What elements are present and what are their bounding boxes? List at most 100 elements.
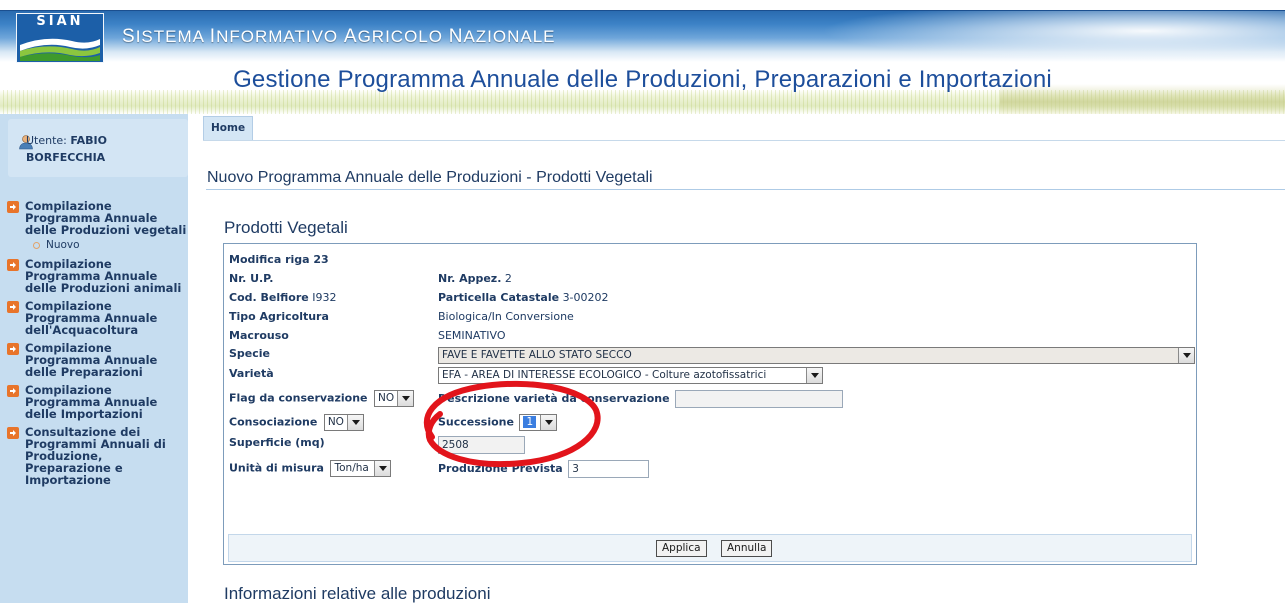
unita-misura-select[interactable]: Ton/ha (330, 460, 392, 477)
successione-value: 1 (523, 416, 537, 428)
successione-select[interactable]: 1 (519, 414, 558, 431)
form-row-tipo-agricoltura: Tipo Agricoltura Biologica/In Conversion… (229, 310, 574, 328)
consociazione-value: NO (327, 416, 344, 428)
tab-home[interactable]: Home (203, 116, 254, 140)
varieta-select-value: EFA - AREA DI INTERESSE ECOLOGICO - Colt… (442, 369, 767, 381)
app-header: SIAN SISTEMA INFORMATIVO AGRICOLO NAZION… (0, 0, 1285, 114)
consociazione-label: Consociazione (229, 415, 318, 429)
sidebar-item-label: Compilazione Programma Annuale delle Pro… (25, 199, 187, 237)
flag-conservazione-value: NO (378, 392, 395, 404)
app-title: Gestione Programma Annuale delle Produzi… (233, 66, 1052, 93)
bullet-icon (33, 242, 40, 249)
sidebar-item-label: Compilazione Programma Annuale dell'Acqu… (25, 299, 158, 337)
varieta-select-wrap: EFA - AREA DI INTERESSE ECOLOGICO - Colt… (438, 367, 823, 384)
system-title: SISTEMA INFORMATIVO AGRICOLO NAZIONALE (122, 26, 556, 47)
form-row-belfiore: Cod. Belfiore I932 Particella Catastale … (229, 291, 609, 309)
header-glow (820, 11, 1285, 61)
superficie-label: Superficie (mq) (229, 436, 325, 449)
nr-appez-label: Nr. Appez. (438, 272, 502, 285)
cod-belfiore-value: I932 (312, 291, 337, 304)
sidebar-item-label: Compilazione Programma Annuale delle Imp… (25, 383, 158, 421)
specie-select[interactable]: FAVE E FAVETTE ALLO STATO SECCO (438, 347, 1195, 364)
particella-group: Particella Catastale 3-00202 (438, 291, 609, 304)
form-row-macrouso: Macrouso SEMINATIVO (229, 329, 506, 347)
flag-conservazione-select[interactable]: NO (374, 390, 414, 407)
arrow-right-icon (7, 427, 19, 439)
tipo-agricoltura-value: Biologica/In Conversione (438, 310, 574, 323)
sidebar-item-consultazione[interactable]: Consultazione dei Programmi Annuali di P… (7, 426, 187, 486)
macrouso-label: Macrouso (229, 329, 289, 342)
tipo-agricoltura-label: Tipo Agricoltura (229, 310, 329, 323)
section-title: Prodotti Vegetali (224, 218, 348, 237)
macrouso-value: SEMINATIVO (438, 329, 506, 342)
modifica-riga-label: Modifica riga 23 (229, 253, 329, 266)
applica-button[interactable]: Applica (656, 540, 707, 557)
form-row-consociazione: Consociazione NO Successione 1 (229, 414, 558, 432)
chevron-down-icon (397, 391, 413, 406)
arrow-right-icon (7, 385, 19, 397)
form-row-nr: Nr. U.P. Nr. Appez. 2 (229, 272, 512, 290)
sidebar-subitem-nuovo[interactable]: Nuovo (7, 239, 187, 252)
specie-label: Specie (229, 347, 271, 360)
sidebar-item-label: Compilazione Programma Annuale delle Pre… (25, 341, 158, 379)
form-row-specie: Specie FAVE E FAVETTE ALLO STATO SECCO (229, 347, 1195, 365)
consociazione-select[interactable]: NO (323, 414, 364, 431)
successione-label: Successione (438, 415, 514, 429)
sian-logo[interactable]: SIAN (16, 13, 104, 63)
sidebar-item-preparazioni[interactable]: Compilazione Programma Annuale delle Pre… (7, 342, 187, 378)
produzione-prevista-input[interactable]: 3 (568, 460, 650, 478)
chevron-down-icon (346, 415, 363, 430)
form-row-unita: Unità di misura Ton/ha Produzione Previs… (229, 460, 650, 478)
form-row-modifica: Modifica riga 23 (229, 253, 329, 271)
sidebar-item-label: Consultazione dei Programmi Annuali di P… (25, 425, 166, 487)
sidebar-item-label: Compilazione Programma Annuale delle Pro… (25, 257, 182, 295)
specie-select-wrap: FAVE E FAVETTE ALLO STATO SECCO (438, 347, 1195, 364)
varieta-select[interactable]: EFA - AREA DI INTERESSE ECOLOGICO - Colt… (438, 367, 823, 384)
superficie-group: 2508 (438, 436, 525, 454)
form-panel: Modifica riga 23 Nr. U.P. Nr. Appez. 2 C… (223, 243, 1197, 565)
sidebar-menu: Compilazione Programma Annuale delle Pro… (7, 200, 187, 492)
user-name-last: BORFECCHIA (26, 151, 106, 164)
sidebar-item-acquacoltura[interactable]: Compilazione Programma Annuale dell'Acqu… (7, 300, 187, 336)
form-row-superficie: Superficie (mq) 2508 (229, 436, 525, 454)
superficie-input[interactable]: 2508 (438, 436, 525, 454)
sidebar-subitem-label: Nuovo (46, 239, 80, 251)
produzione-prevista-label: Produzione Prevista (438, 462, 563, 475)
arrow-right-icon (7, 343, 19, 355)
sidebar: Utente: FABIO BORFECCHIA Compilazione Pr… (0, 114, 188, 603)
user-label: Utente: FABIO BORFECCHIA (26, 132, 176, 166)
descrizione-varieta-input[interactable] (675, 390, 844, 408)
form-row-varieta: Varietà EFA - AREA DI INTERESSE ECOLOGIC… (229, 367, 823, 385)
descrizione-varieta-group: Descrizione varietà da conservazione (438, 390, 844, 408)
sian-logo-text: SIAN (36, 14, 84, 29)
form-row-conservazione: Flag da conservazione NO Descrizione var… (229, 390, 844, 408)
production-info-title: Informazioni relative alle produzioni (224, 584, 491, 603)
unita-misura-value: Ton/ha (334, 462, 369, 474)
produzione-group: Produzione Prevista 3 (438, 460, 650, 478)
chevron-down-icon (540, 415, 557, 430)
unita-misura-label: Unità di misura (229, 461, 324, 475)
successione-group: Successione 1 (438, 414, 558, 431)
page-title-divider (206, 189, 1285, 190)
chevron-down-icon (374, 461, 391, 476)
page-title: Nuovo Programma Annuale delle Produzioni… (207, 169, 653, 186)
sidebar-item-produzioni-vegetali[interactable]: Compilazione Programma Annuale delle Pro… (7, 200, 187, 236)
sidebar-item-importazioni[interactable]: Compilazione Programma Annuale delle Imp… (7, 384, 187, 420)
annulla-button[interactable]: Annulla (721, 540, 773, 557)
descrizione-varieta-label: Descrizione varietà da conservazione (438, 392, 670, 405)
form-action-bar: Applica Annulla (228, 534, 1192, 562)
sidebar-item-produzioni-animali[interactable]: Compilazione Programma Annuale delle Pro… (7, 258, 187, 294)
nr-appez-value: 2 (504, 272, 512, 285)
user-prefix: Utente: (26, 134, 67, 147)
chevron-down-icon (806, 368, 822, 383)
arrow-right-icon (7, 301, 19, 313)
specie-select-value: FAVE E FAVETTE ALLO STATO SECCO (442, 349, 632, 361)
sian-logo-waves-icon (20, 38, 100, 61)
particella-label: Particella Catastale (438, 291, 560, 304)
user-box: Utente: FABIO BORFECCHIA (8, 119, 188, 177)
cod-belfiore-label: Cod. Belfiore (229, 291, 309, 304)
particella-value: 3-00202 (562, 291, 609, 304)
arrow-right-icon (7, 259, 19, 271)
flag-conservazione-label: Flag da conservazione (229, 391, 368, 405)
nr-up-label: Nr. U.P. (229, 272, 274, 285)
